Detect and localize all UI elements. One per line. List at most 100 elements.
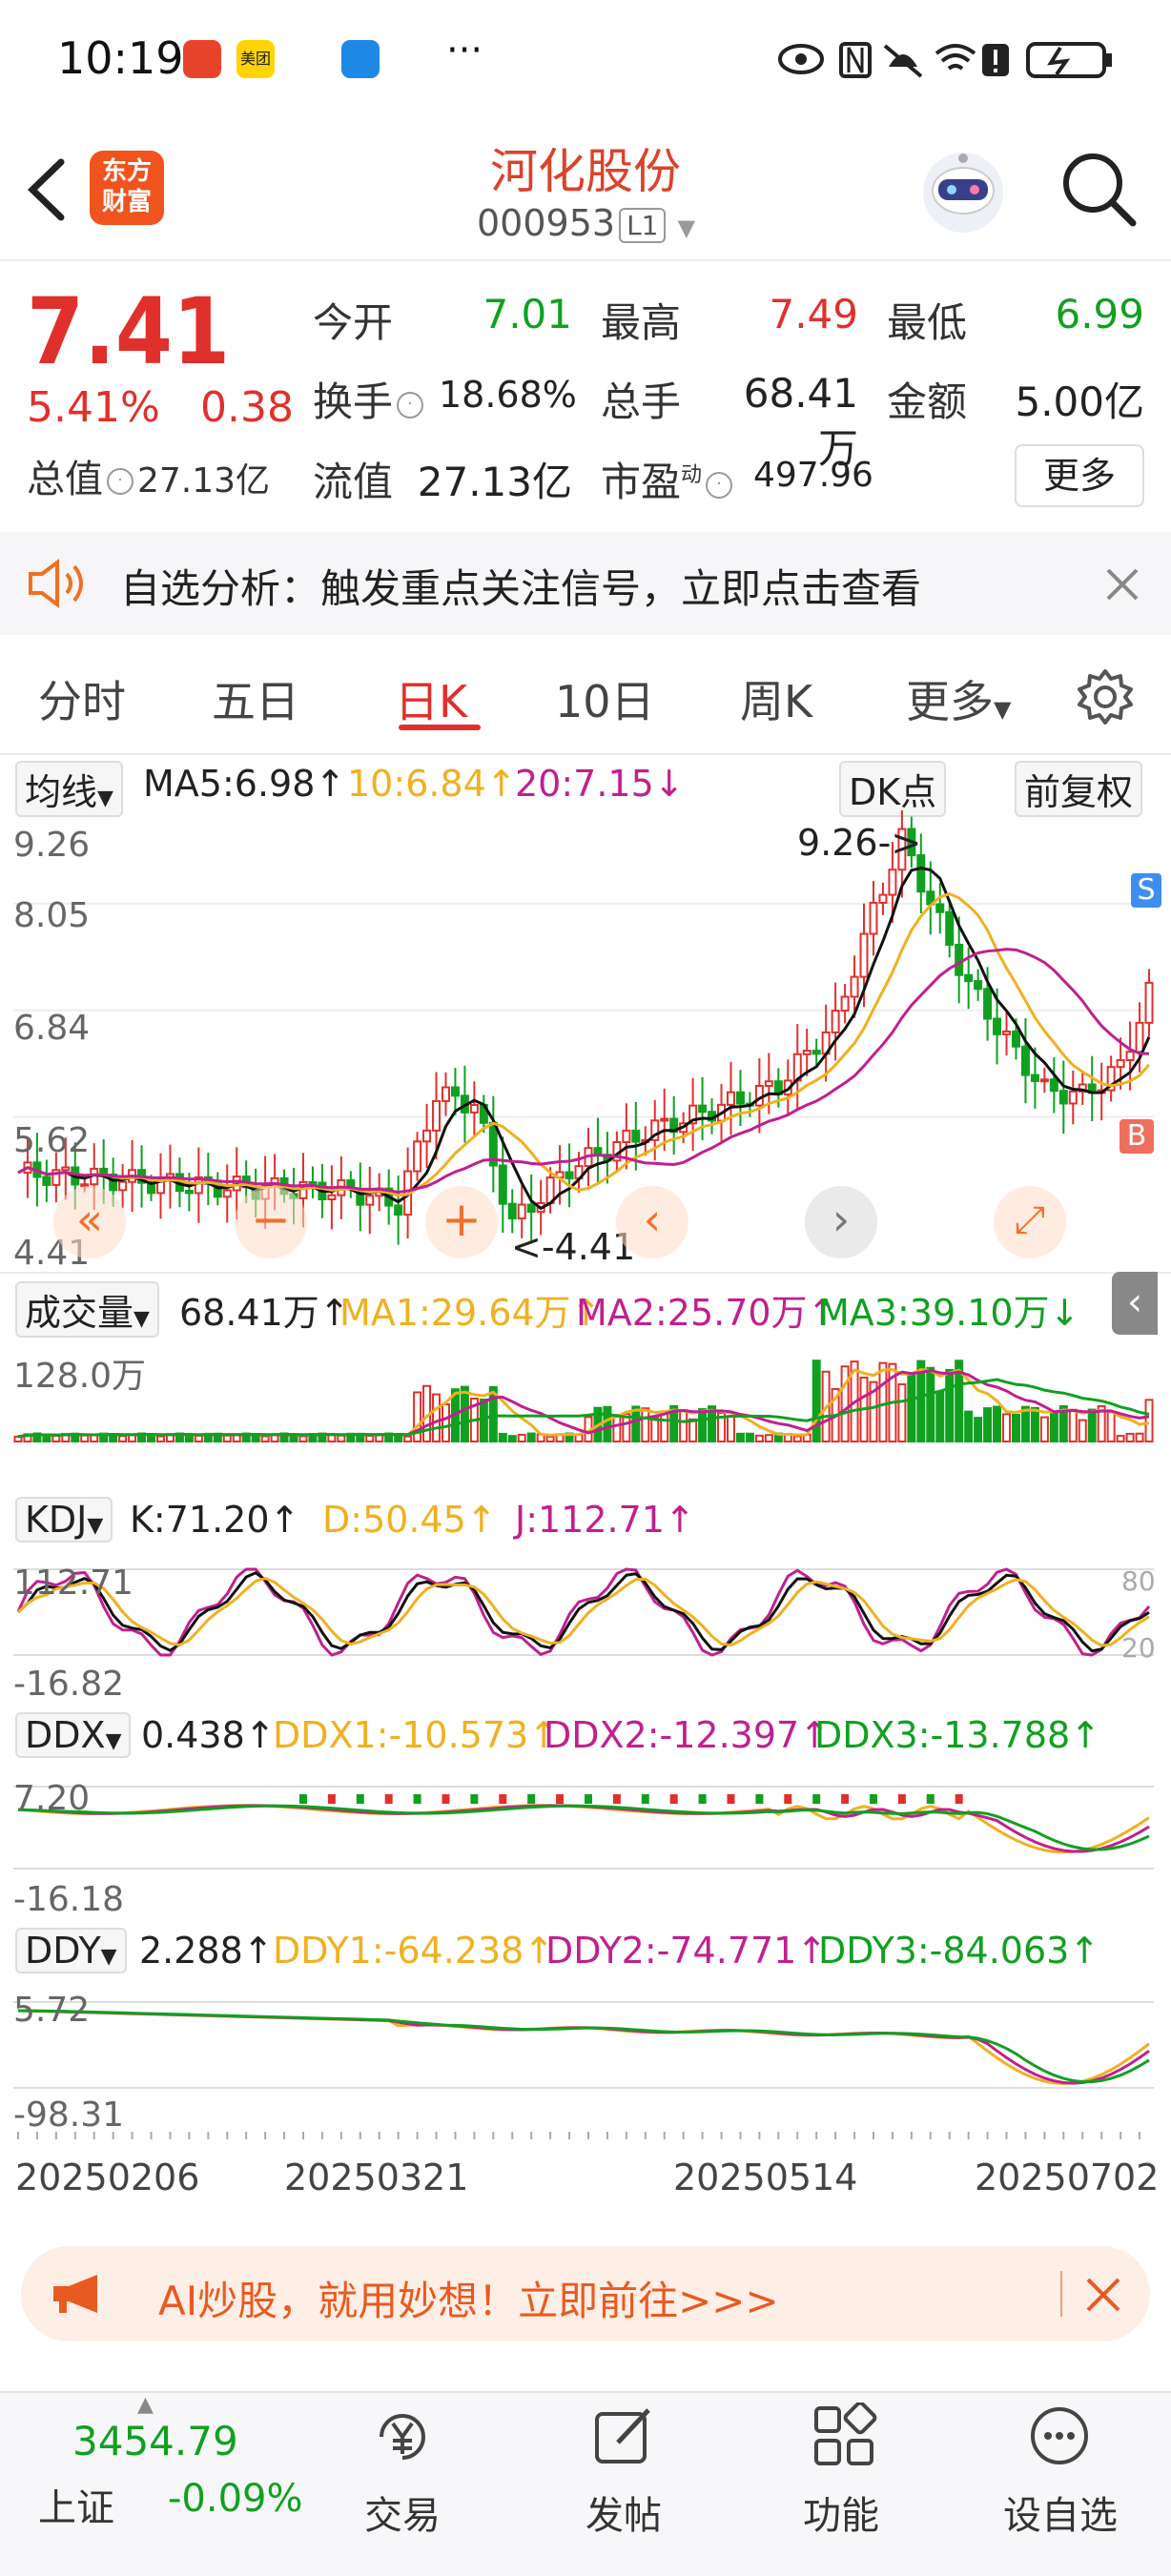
ddx-bar: [470, 1794, 479, 1804]
info-icon[interactable]: ·: [706, 471, 733, 499]
dk-point-selector[interactable]: DK点: [839, 761, 947, 817]
tab-five-day[interactable]: 五日: [212, 667, 299, 730]
volume-value: 68.41万↑: [179, 1292, 350, 1334]
volume-bar: [1011, 1413, 1020, 1443]
candle-body: [735, 1091, 745, 1105]
ddx-y-top: 7.20: [13, 1779, 91, 1818]
tab-daily-k[interactable]: 日K: [395, 667, 467, 730]
nav-functions[interactable]: 功能: [765, 2484, 917, 2540]
nav-add-watchlist[interactable]: 设自选: [984, 2484, 1137, 2540]
kdj-y-bottom: -16.82: [13, 1665, 125, 1704]
trade-yen-icon[interactable]: [368, 2402, 437, 2471]
ddx-y-bottom: -16.18: [13, 1880, 125, 1919]
scroll-right-icon[interactable]: ›: [805, 1186, 877, 1258]
candle-body: [698, 1104, 708, 1114]
ma-selector[interactable]: 均线▼: [15, 761, 123, 817]
candle-body: [1135, 1021, 1144, 1053]
close-icon[interactable]: [1106, 568, 1139, 601]
ad-banner[interactable]: AI炒股，就用妙想！立即前往>>>: [21, 2246, 1150, 2341]
fullscreen-icon[interactable]: ⤢: [994, 1186, 1066, 1258]
volume-bar: [260, 1435, 270, 1443]
ddx-selector[interactable]: DDX▼: [15, 1712, 132, 1758]
tab-weekly-k[interactable]: 周K: [740, 667, 812, 730]
notice-banner[interactable]: 自选分析：触发重点关注信号，立即点击查看: [0, 532, 1171, 635]
y-axis-2: 8.05: [13, 896, 91, 935]
volume-bar: [1068, 1408, 1078, 1442]
divider: [0, 753, 1171, 755]
volume-bar: [603, 1405, 612, 1443]
close-icon[interactable]: [1085, 2277, 1121, 2313]
candle-body: [1020, 1045, 1030, 1076]
kdj-d: D:50.45↑: [322, 1499, 497, 1541]
tab-intraday[interactable]: 分时: [38, 667, 126, 730]
pe-superscript: 动: [681, 463, 703, 487]
y-axis-top: 9.26: [13, 826, 91, 865]
ddy-selector[interactable]: DDY▼: [15, 1928, 127, 1973]
collapse-panel-icon[interactable]: ‹: [1112, 1272, 1158, 1335]
ma5-value: MA5:6.98↑: [143, 763, 346, 805]
index-name: 上证: [38, 2486, 114, 2530]
candle-body: [1011, 1030, 1020, 1048]
ddy3-value: DDY3:-84.063↑: [818, 1930, 1100, 1972]
stock-code-row[interactable]: 000953 L1 ▼: [477, 202, 695, 244]
more-notifications-icon: ···: [446, 29, 483, 72]
volume-bar: [612, 1414, 622, 1443]
tab-more[interactable]: 更多▼: [906, 667, 1011, 730]
more-button[interactable]: 更多: [1015, 444, 1144, 507]
sell-tag[interactable]: S: [1131, 873, 1161, 908]
candle-body: [859, 932, 869, 978]
buy-tag[interactable]: B: [1120, 1119, 1154, 1154]
volume-bar: [840, 1365, 850, 1442]
high-marker: 9.26->: [797, 822, 922, 864]
ma20-value: 20:7.15↓: [515, 763, 685, 805]
volume-bar: [441, 1403, 450, 1442]
volume-bar: [1106, 1411, 1116, 1443]
candle-body: [42, 1176, 51, 1186]
candle-body: [631, 1129, 641, 1143]
scroll-left-icon[interactable]: ‹: [616, 1186, 688, 1258]
search-icon[interactable]: [1058, 149, 1139, 229]
ddy2-value: DDY2:-74.771↑: [545, 1930, 828, 1972]
ddy1-value: DDY1:-64.238↑: [273, 1930, 555, 1972]
current-price: 7.41: [27, 278, 231, 385]
candle-body: [878, 893, 888, 904]
open-label: 今开: [313, 299, 394, 346]
volume-bar: [1030, 1406, 1039, 1442]
volume-bar: [118, 1435, 128, 1442]
add-watchlist-icon[interactable]: [1026, 2402, 1093, 2469]
index-value[interactable]: 3454.79: [72, 2418, 238, 2464]
volume-ma3: MA3:39.10万↓: [818, 1292, 1080, 1334]
functions-grid-icon[interactable]: [811, 2402, 877, 2469]
tab-ten-day[interactable]: 10日: [555, 667, 655, 730]
post-edit-icon[interactable]: [591, 2402, 658, 2469]
ddy-value: 2.288↑: [139, 1930, 274, 1972]
ddx-bar: [698, 1794, 707, 1804]
volume-bar: [460, 1385, 469, 1442]
date-label: 20250514: [673, 2157, 858, 2198]
turnover-label-row: 换手 ·: [313, 370, 427, 428]
adjust-selector[interactable]: 前复权: [1015, 761, 1143, 817]
candle-body: [118, 1180, 128, 1192]
y-axis-3: 6.84: [13, 1009, 91, 1048]
nav-trade[interactable]: 交易: [326, 2484, 479, 2540]
nav-post[interactable]: 发帖: [547, 2484, 700, 2540]
volume-selector-label: 成交量: [25, 1292, 134, 1334]
robot-assistant-icon[interactable]: [917, 145, 1009, 236]
info-icon[interactable]: ·: [397, 391, 424, 419]
ddx-bar: [669, 1794, 678, 1804]
zoom-in-icon[interactable]: +: [425, 1186, 498, 1258]
volume-selector[interactable]: 成交量▼: [15, 1281, 159, 1338]
ad-separator: [1060, 2271, 1062, 2317]
pe-label: 市盈: [601, 459, 682, 505]
candle-body: [811, 1050, 821, 1055]
volume-bar: [526, 1432, 536, 1442]
zoom-out-icon[interactable]: −: [235, 1186, 307, 1258]
kdj-selector[interactable]: KDJ▼: [15, 1497, 113, 1543]
volume-bar: [993, 1405, 1002, 1442]
candle-body: [850, 975, 859, 998]
volume-bar: [479, 1398, 488, 1443]
ddx1-value: DDX1:-10.573↑: [273, 1714, 560, 1756]
info-icon[interactable]: ·: [107, 468, 134, 495]
gear-icon[interactable]: [1076, 667, 1135, 726]
scroll-left-fast-icon[interactable]: «: [53, 1186, 126, 1258]
